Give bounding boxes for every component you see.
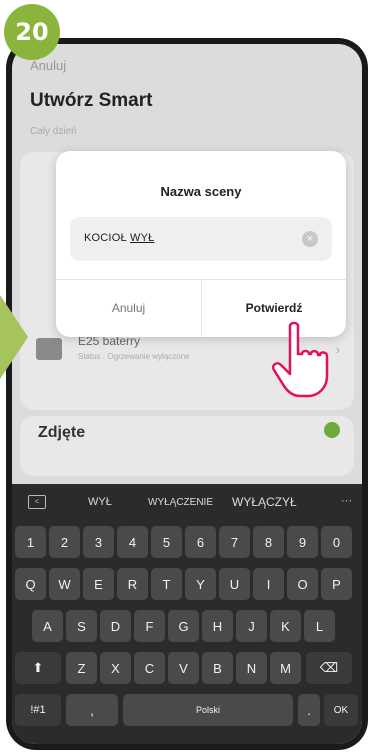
number-row: 1 2 3 4 5 6 7 8 9 0 [12,526,362,560]
suggestion-3[interactable]: WYŁĄCZYŁ [232,495,297,509]
key-z[interactable]: Z [66,652,97,684]
dialog-title: Nazwa sceny [160,184,242,199]
period-key[interactable]: . [298,694,320,726]
key-m[interactable]: M [270,652,301,684]
page-subtitle: Cały dzień [30,126,77,137]
key-f[interactable]: F [134,610,165,642]
suggestion-2[interactable]: WYŁĄCZENIE [148,497,213,508]
scene-name-value: KOCIOŁ WYŁ [84,232,155,244]
key-i[interactable]: I [253,568,284,600]
key-n[interactable]: N [236,652,267,684]
key-g[interactable]: G [168,610,199,642]
thermostat-icon [36,338,62,360]
key-x[interactable]: X [100,652,131,684]
bottom-row: !#1 , Polski . OK [12,694,362,728]
symbols-key[interactable]: !#1 [15,694,61,726]
key-w[interactable]: W [49,568,80,600]
key-1[interactable]: 1 [15,526,46,558]
key-t[interactable]: T [151,568,182,600]
key-y[interactable]: Y [185,568,216,600]
space-key[interactable]: Polski [123,694,293,726]
header-cancel-link[interactable]: Anuluj [30,58,66,73]
effect-card: Zdjęte [20,416,354,476]
clear-icon[interactable]: × [302,231,318,247]
key-3[interactable]: 3 [83,526,114,558]
dialog-cancel-button[interactable]: Anuluj [56,279,201,337]
key-9[interactable]: 9 [287,526,318,558]
add-icon[interactable] [324,422,340,438]
key-u[interactable]: U [219,568,250,600]
key-5[interactable]: 5 [151,526,182,558]
key-a[interactable]: A [32,610,63,642]
key-s[interactable]: S [66,610,97,642]
key-b[interactable]: B [202,652,233,684]
device-status: Status : Ogrzewanie wyłączone [78,352,190,361]
letter-row-1: Q W E R T Y U I O P [12,568,362,602]
more-suggestions-icon[interactable]: ··· [341,495,352,507]
shift-key[interactable]: ⬆ [15,652,61,684]
key-p[interactable]: P [321,568,352,600]
scene-name-dialog: Nazwa sceny KOCIOŁ WYŁ × Anuluj Potwierd… [56,151,346,337]
letter-row-2: A S D F G H J K L [12,610,362,644]
pointing-hand-icon [272,321,329,398]
key-7[interactable]: 7 [219,526,250,558]
suggestion-1[interactable]: WYŁ [88,496,112,508]
key-q[interactable]: Q [15,568,46,600]
key-o[interactable]: O [287,568,318,600]
key-c[interactable]: C [134,652,165,684]
key-k[interactable]: K [270,610,301,642]
key-v[interactable]: V [168,652,199,684]
key-6[interactable]: 6 [185,526,216,558]
suggestion-bar: < WYŁ WYŁĄCZENIE WYŁĄCZYŁ ··· [12,484,362,520]
key-0[interactable]: 0 [321,526,352,558]
chevron-right-icon: › [335,342,340,357]
key-l[interactable]: L [304,610,335,642]
key-r[interactable]: R [117,568,148,600]
key-j[interactable]: J [236,610,267,642]
ok-key[interactable]: OK [324,694,358,726]
step-badge: 20 [4,4,60,60]
key-2[interactable]: 2 [49,526,80,558]
comma-key[interactable]: , [66,694,118,726]
pointer-arrow [0,295,28,379]
key-h[interactable]: H [202,610,233,642]
effect-card-title: Zdjęte [38,424,86,441]
page-title: Utwórz Smart [30,90,153,111]
key-d[interactable]: D [100,610,131,642]
scene-name-input[interactable]: KOCIOŁ WYŁ × [70,217,332,261]
backspace-key[interactable]: ⌫ [306,652,352,684]
key-e[interactable]: E [83,568,114,600]
keyboard: < WYŁ WYŁĄCZENIE WYŁĄCZYŁ ··· 1 2 3 4 5 … [12,484,362,744]
key-4[interactable]: 4 [117,526,148,558]
keyboard-toggle-icon[interactable]: < [28,495,46,509]
letter-row-3: ⬆ Z X C V B N M ⌫ [12,652,362,686]
key-8[interactable]: 8 [253,526,284,558]
